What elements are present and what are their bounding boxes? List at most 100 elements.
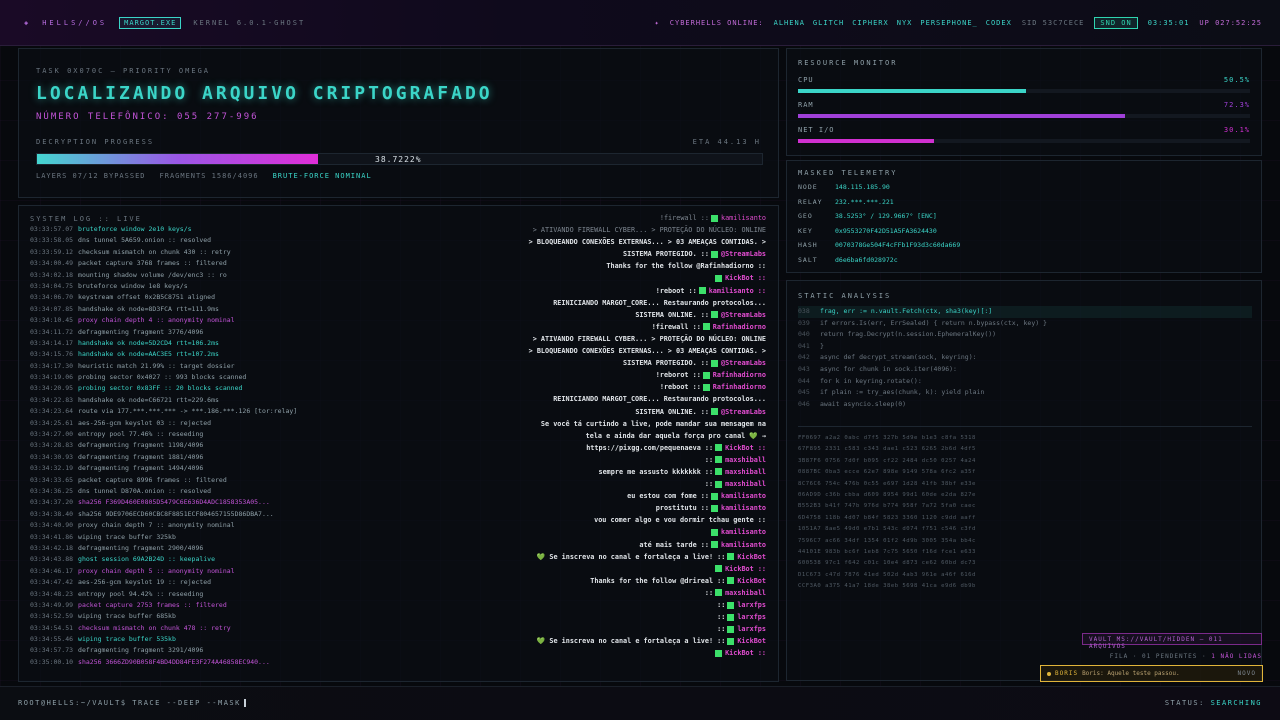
chat-username[interactable]: Rafinhadiorno <box>713 323 766 331</box>
chat-message: 💚 Se inscreva no canal e fortaleça a liv… <box>506 635 766 647</box>
chat-username[interactable]: larxfps <box>737 625 766 633</box>
online-user[interactable]: NYX <box>897 19 913 27</box>
log-message: dns tunnel D870A.onion :: resolved <box>78 486 212 495</box>
log-line: 03:34:33.65 packet capture 8996 frames ::… <box>30 475 350 486</box>
log-message: probing sector 0x4027 :: 993 blocks scan… <box>78 373 247 382</box>
chat-username[interactable]: @StreamLabs <box>721 359 766 367</box>
chat-username[interactable]: kamilisanto <box>721 504 766 512</box>
online-user[interactable]: GLITCH <box>813 19 844 27</box>
vault-path-badge[interactable]: VAULT MS://VAULT/HIDDEN — 011 ARQUIVOS <box>1082 633 1262 650</box>
chat-message: Thanks for the follow @drireal :: KickBot <box>506 575 766 587</box>
log-timestamp: 03:34:41.86 <box>30 532 74 541</box>
prompt-text: ROOT@HELLS:~/VAULT$ TRACE --DEEP --MASK <box>18 699 241 707</box>
chat-username[interactable]: @StreamLabs <box>721 408 766 416</box>
log-lines[interactable]: 03:33:57.07 bruteforce window 2e10 keys/s… <box>30 224 350 679</box>
chat-username[interactable]: Rafinhadiorno <box>713 371 766 379</box>
toast-sender: BORIS <box>1055 670 1079 677</box>
telemetry-value: 0x9553270F42D51A5FA3624430 <box>835 226 937 235</box>
log-message: sha256 3666ZD90B058F4BD4DD84FE3F274A4685… <box>78 657 270 666</box>
line-number: 045 <box>798 388 810 397</box>
chat-username[interactable]: kamilisanto <box>721 492 766 500</box>
code-view[interactable]: 038 frag, err := n.vault.Fetch(ctx, sha3(… <box>798 306 1252 410</box>
task-title: LOCALIZANDO ARQUIVO CRIPTOGRAFADO <box>36 83 493 104</box>
ram-value: 72.3% <box>1223 101 1250 109</box>
log-message: bruteforce window 2e10 keys/s <box>78 225 192 233</box>
telemetry-value: 232.***.***.221 <box>835 197 894 206</box>
process-tag[interactable]: MARGOT.EXE <box>119 17 182 29</box>
chat-text: !firewall :: <box>659 214 709 222</box>
log-message: handshake ok node=C66721 rtt=229.6ms <box>78 395 219 404</box>
hex-row: 0887BC 0ba3 ecce 62e7 898e 9149 578a 6fc… <box>798 469 976 476</box>
log-line: 03:34:52.59 wiping trace buffer 685kb <box>30 611 350 622</box>
chat-username[interactable]: Rafinhadiorno <box>713 383 766 391</box>
chat-username[interactable]: KickBot :: <box>725 444 766 452</box>
chat-username[interactable]: kamilisanto <box>721 214 766 222</box>
chat-text: SISTEMA PROTEGIDO. :: <box>623 359 709 368</box>
log-timestamp: 03:34:19.06 <box>30 373 74 382</box>
chat-text: Thanks for the follow @Rafinhadiorno :: <box>606 262 766 271</box>
log-message: route via 177.***.***.*** -> ***.186.***… <box>78 407 298 416</box>
log-line: 03:34:11.72 defragmenting fragment 3776/4… <box>30 327 350 338</box>
progress-label: DECRYPTION PROGRESS <box>36 138 155 146</box>
chat-message: REINICIANDO MARGOT_CORE... Restaurando p… <box>506 393 766 405</box>
line-number: 042 <box>798 353 810 362</box>
badge-icon <box>727 637 735 645</box>
chat-text: :: <box>717 625 726 634</box>
ram-fill <box>798 114 1125 118</box>
chat-username[interactable]: maxshiball <box>725 456 766 464</box>
log-message: handshake ok node=8D3FCA rtt=111.9ms <box>78 304 219 313</box>
chat-text: :: <box>704 588 714 597</box>
log-timestamp: 03:34:15.76 <box>30 350 74 359</box>
hex-dump: FF0697 a2a2 0abc d7f5 327b 5d9e b1e3 c8f… <box>798 426 1252 592</box>
log-timestamp: 03:34:02.18 <box>30 270 74 279</box>
log-line: 03:34:38.40 sha256 9DE9706ECD60CBC8F8851E… <box>30 509 350 520</box>
chat-username[interactable]: KickBot <box>737 577 766 585</box>
notification-toast[interactable]: BORIS Boris: Aquele teste passou. NOVO <box>1040 665 1263 682</box>
log-message: defragmenting fragment 3776/4096 <box>78 327 204 336</box>
log-line: 03:34:30.93 defragmenting fragment 1881/4… <box>30 452 350 463</box>
chat-feed[interactable]: !firewall :: kamilisanto > ATIVANDO FIREWA… <box>506 212 766 677</box>
log-message: packet capture 8996 frames :: filtered <box>78 475 227 484</box>
chat-username[interactable]: maxshiball <box>725 480 766 488</box>
static-analysis-panel: STATIC ANALYSIS 038 frag, err := n.vault.… <box>786 280 1262 681</box>
chat-username[interactable]: KickBot :: <box>725 274 766 282</box>
chat-username[interactable]: maxshiball <box>725 589 766 597</box>
chat-username[interactable]: KickBot <box>737 553 766 561</box>
log-timestamp: 03:34:28.83 <box>30 441 74 450</box>
chat-username[interactable]: KickBot <box>737 637 766 645</box>
chat-text: :: <box>704 480 714 489</box>
log-timestamp: 03:35:00.10 <box>30 657 74 666</box>
task-id: TASK 0X070C — PRIORITY OMEGA <box>36 67 211 75</box>
chat-message: SISTEMA ONLINE. :: @StreamLabs <box>506 309 766 321</box>
chat-username[interactable]: kamilisanto <box>721 528 766 536</box>
chat-username[interactable]: maxshiball <box>725 468 766 476</box>
log-message: sha256 F369D460E0805D5479C6E636D4ADC1858… <box>78 498 270 507</box>
chat-username[interactable]: larxfps <box>737 601 766 609</box>
log-line: 03:34:28.83 defragmenting fragment 1198/4… <box>30 440 350 451</box>
chat-text: !reborot :: <box>655 371 701 380</box>
log-message: entropy pool 77.46% :: reseeding <box>78 430 204 439</box>
chat-text: > BLOQUEANDO CONEXÕES EXTERNAS... > 03 A… <box>528 347 766 356</box>
chat-message: SISTEMA PROTEGIDO. :: @StreamLabs <box>506 248 766 260</box>
chat-username[interactable]: kamilisanto <box>721 541 766 549</box>
badge-icon <box>715 589 723 597</box>
chat-username[interactable]: KickBot :: <box>725 565 766 573</box>
online-user[interactable]: CODEX <box>986 19 1012 27</box>
ram-meter: RAM 72.3% <box>798 101 1250 118</box>
chat-username[interactable]: KickBot :: <box>725 649 766 657</box>
online-user[interactable]: PERSEPHONE_ <box>920 19 977 27</box>
chat-username[interactable]: @StreamLabs <box>721 311 766 319</box>
command-prompt[interactable]: ROOT@HELLS:~/VAULT$ TRACE --DEEP --MASK <box>18 699 246 707</box>
online-user[interactable]: CIPHERX <box>852 19 889 27</box>
code-line: 045 if plain := try_aes(chunk, k): yield … <box>798 387 1252 399</box>
notification-dot-icon <box>1047 671 1051 676</box>
chat-username[interactable]: larxfps <box>737 613 766 621</box>
online-user[interactable]: ALHENA <box>774 19 805 27</box>
chat-username[interactable]: kamilisanto :: <box>709 287 766 295</box>
chat-username[interactable]: @StreamLabs <box>721 250 766 258</box>
sound-toggle-button[interactable]: SND ON <box>1094 17 1138 29</box>
log-line: 03:34:48.23 entropy pool 94.42% :: reseed… <box>30 589 350 600</box>
log-line: 03:34:25.61 aes-256-gcm keyslot 03 :: rej… <box>30 418 350 429</box>
badge-icon <box>710 214 718 222</box>
code-text: return frag.Decrypt(n.session.EphemeralK… <box>820 330 997 339</box>
